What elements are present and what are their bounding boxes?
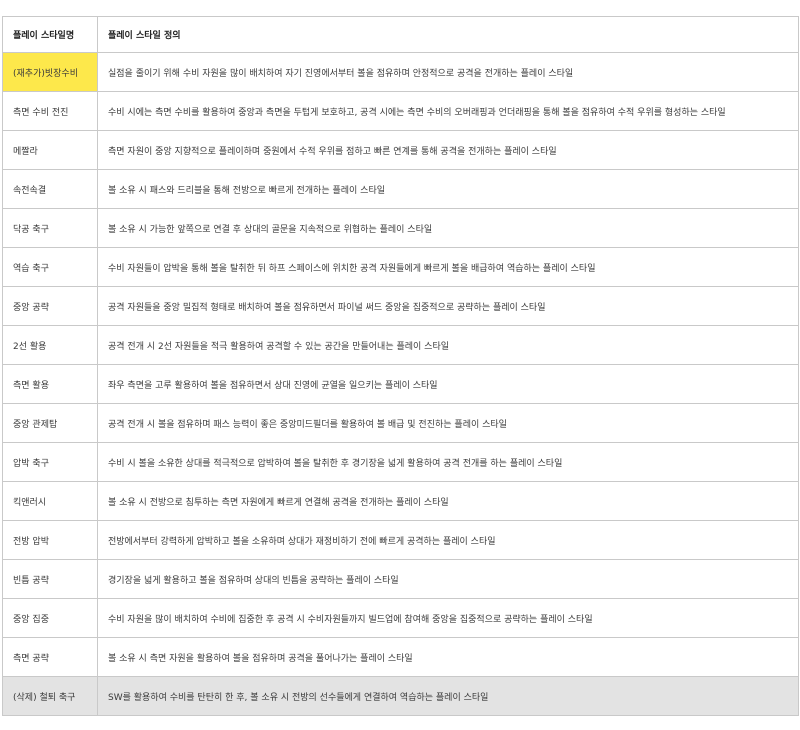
style-definition-cell: 수비 시에는 측면 수비를 활용하여 중앙과 측면을 두텁게 보호하고, 공격 … [97,91,799,131]
style-definition-cell: 공격 자원들을 중앙 밀집적 형태로 배치하여 볼을 점유하면서 파이널 써드 … [97,286,799,326]
table-row: 중앙 집중 수비 자원을 많이 배치하여 수비에 집중한 후 공격 시 수비자원… [2,598,799,638]
style-definition-cell: 수비 자원을 많이 배치하여 수비에 집중한 후 공격 시 수비자원들까지 빌드… [97,598,799,638]
table-row: 2선 활용 공격 전개 시 2선 자원들을 적극 활용하여 공격할 수 있는 공… [2,325,799,365]
style-name-cell: (삭제) 철퇴 축구 [2,676,98,716]
style-definition-cell: 공격 전개 시 볼을 점유하며 패스 능력이 좋은 중앙미드필더를 활용하여 볼… [97,403,799,443]
table-row: 압박 축구 수비 시 볼을 소유한 상대를 적극적으로 압박하여 볼을 탈취한 … [2,442,799,482]
style-definition-cell: 수비 시 볼을 소유한 상대를 적극적으로 압박하여 볼을 탈취한 후 경기장을… [97,442,799,482]
style-name-cell: 측면 공략 [2,637,98,677]
style-name-cell: 중앙 집중 [2,598,98,638]
style-definition-cell: SW를 활용하여 수비를 탄탄히 한 후, 볼 소유 시 전방의 선수들에게 연… [97,676,799,716]
style-name-cell: 킥앤러시 [2,481,98,521]
table-row: 속전속결 볼 소유 시 패스와 드리블을 통해 전방으로 빠르게 전개하는 플레… [2,169,799,209]
style-definition-cell: 실점을 줄이기 위해 수비 자원을 많이 배치하여 자기 진영에서부터 볼을 점… [97,52,799,92]
style-definition-cell: 경기장을 넓게 활용하고 볼을 점유하며 상대의 빈틈을 공략하는 플레이 스타… [97,559,799,599]
style-name-cell: 메짤라 [2,130,98,170]
style-name-cell: 측면 활용 [2,364,98,404]
style-name-cell: 빈틈 공략 [2,559,98,599]
table-row: 전방 압박 전방에서부터 강력하게 압박하고 볼을 소유하며 상대가 재정비하기… [2,520,799,560]
style-definition-cell: 볼 소유 시 측면 자원을 활용하여 볼을 점유하며 공격을 풀어나가는 플레이… [97,637,799,677]
table-row: 메짤라 측면 자원이 중앙 지향적으로 플레이하며 중원에서 수적 우위를 점하… [2,130,799,170]
style-name-cell: 중앙 관제탑 [2,403,98,443]
table-row: 킥앤러시 볼 소유 시 전방으로 침투하는 측면 자원에게 빠르게 연결해 공격… [2,481,799,521]
style-definition-cell: 전방에서부터 강력하게 압박하고 볼을 소유하며 상대가 재정비하기 전에 빠르… [97,520,799,560]
style-name-cell: 속전속결 [2,169,98,209]
style-name-cell: 전방 압박 [2,520,98,560]
style-name-cell: 닥공 축구 [2,208,98,248]
table-row: 중앙 공략 공격 자원들을 중앙 밀집적 형태로 배치하여 볼을 점유하면서 파… [2,286,799,326]
table-row: 역습 축구 수비 자원들이 압박을 통해 볼을 탈취한 뒤 하프 스페이스에 위… [2,247,799,287]
style-name-cell: 중앙 공략 [2,286,98,326]
style-name-cell: 2선 활용 [2,325,98,365]
play-style-table-container: 플레이 스타일명 플레이 스타일 정의 (재추가)빗장수비 실점을 줄이기 위해… [2,16,799,716]
table-header-row: 플레이 스타일명 플레이 스타일 정의 [2,16,799,53]
table-row: 중앙 관제탑 공격 전개 시 볼을 점유하며 패스 능력이 좋은 중앙미드필더를… [2,403,799,443]
style-definition-cell: 공격 전개 시 2선 자원들을 적극 활용하여 공격할 수 있는 공간을 만들어… [97,325,799,365]
table-row: 측면 활용 좌우 측면을 고루 활용하여 볼을 점유하면서 상대 진영에 균열을… [2,364,799,404]
style-definition-cell: 좌우 측면을 고루 활용하여 볼을 점유하면서 상대 진영에 균열을 일으키는 … [97,364,799,404]
style-name-cell: 압박 축구 [2,442,98,482]
table-row: (삭제) 철퇴 축구 SW를 활용하여 수비를 탄탄히 한 후, 볼 소유 시 … [2,676,799,716]
style-name-cell: 역습 축구 [2,247,98,287]
header-style-definition: 플레이 스타일 정의 [97,16,799,53]
style-definition-cell: 수비 자원들이 압박을 통해 볼을 탈취한 뒤 하프 스페이스에 위치한 공격 … [97,247,799,287]
style-definition-cell: 볼 소유 시 가능한 앞쪽으로 연결 후 상대의 골문을 지속적으로 위협하는 … [97,208,799,248]
play-style-table: 플레이 스타일명 플레이 스타일 정의 (재추가)빗장수비 실점을 줄이기 위해… [2,16,799,716]
style-definition-cell: 측면 자원이 중앙 지향적으로 플레이하며 중원에서 수적 우위를 점하고 빠른… [97,130,799,170]
table-row: 닥공 축구 볼 소유 시 가능한 앞쪽으로 연결 후 상대의 골문을 지속적으로… [2,208,799,248]
table-row: 측면 수비 전진 수비 시에는 측면 수비를 활용하여 중앙과 측면을 두텁게 … [2,91,799,131]
style-definition-cell: 볼 소유 시 전방으로 침투하는 측면 자원에게 빠르게 연결해 공격을 전개하… [97,481,799,521]
header-style-name: 플레이 스타일명 [2,16,98,53]
style-name-cell: 측면 수비 전진 [2,91,98,131]
table-row: 측면 공략 볼 소유 시 측면 자원을 활용하여 볼을 점유하며 공격을 풀어나… [2,637,799,677]
style-definition-cell: 볼 소유 시 패스와 드리블을 통해 전방으로 빠르게 전개하는 플레이 스타일 [97,169,799,209]
table-row: 빈틈 공략 경기장을 넓게 활용하고 볼을 점유하며 상대의 빈틈을 공략하는 … [2,559,799,599]
table-row: (재추가)빗장수비 실점을 줄이기 위해 수비 자원을 많이 배치하여 자기 진… [2,52,799,92]
style-name-cell: (재추가)빗장수비 [2,52,98,92]
